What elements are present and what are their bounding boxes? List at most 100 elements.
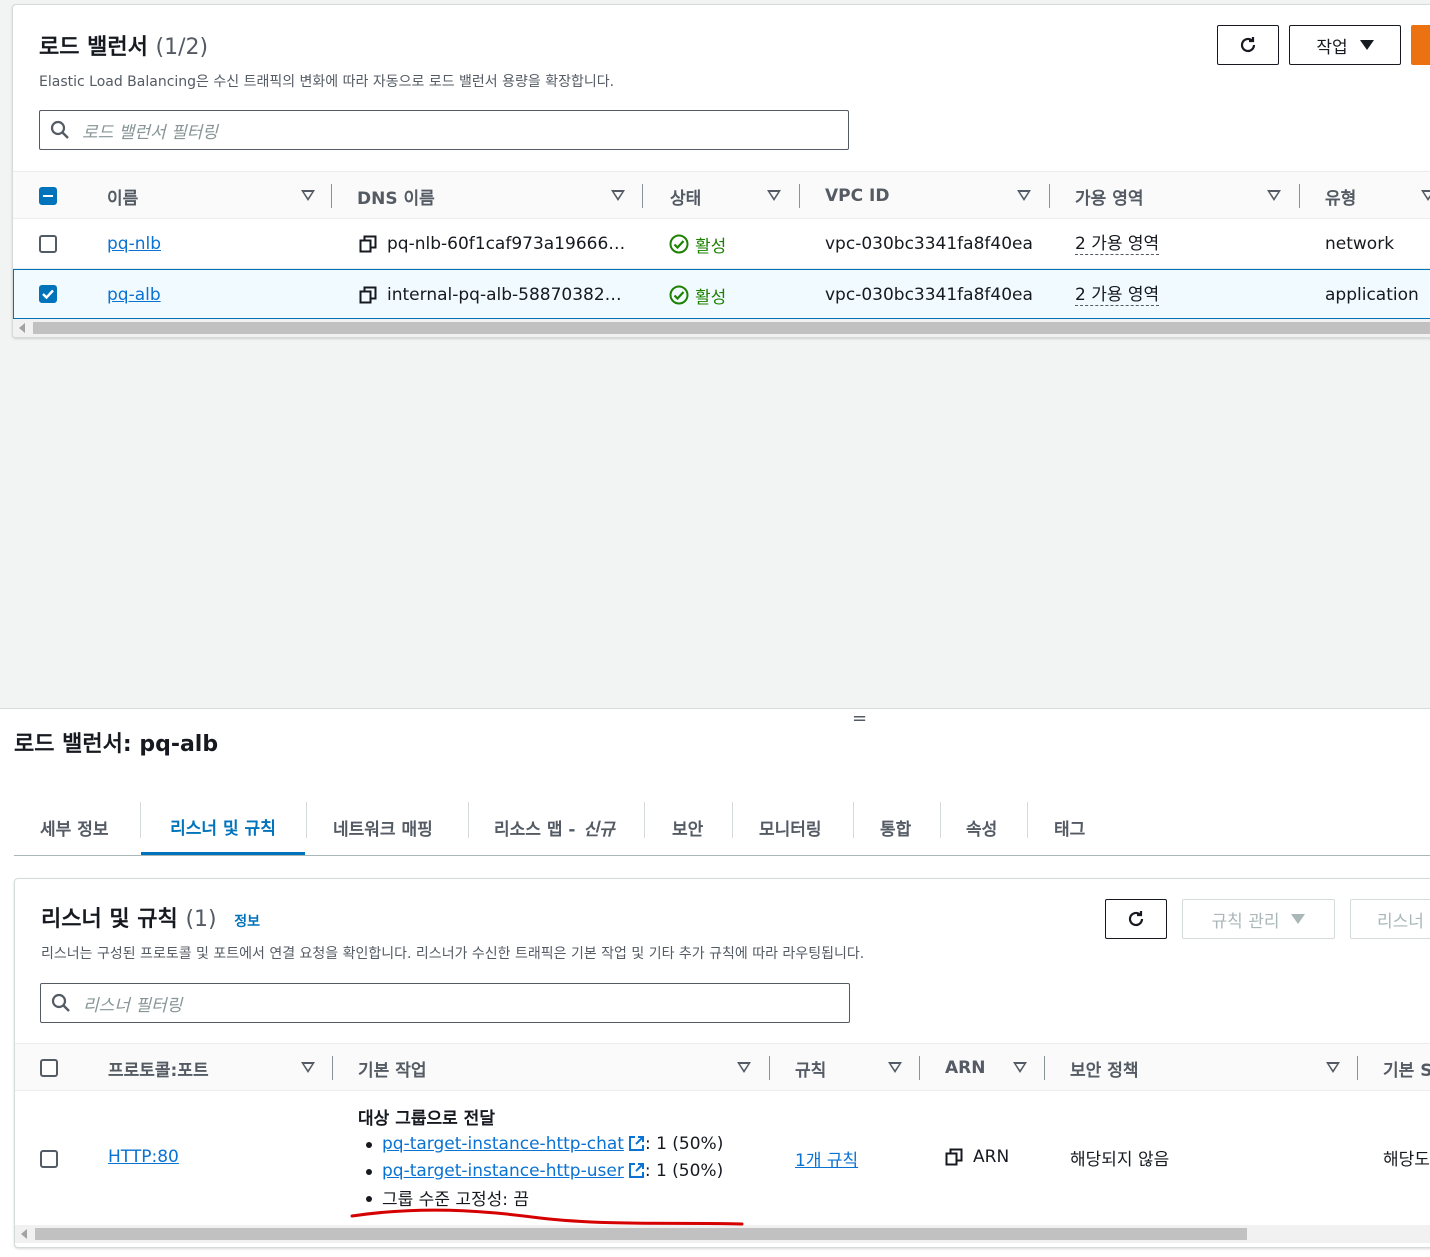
- scroll-left-arrow[interactable]: [19, 323, 25, 333]
- sort-icon[interactable]: [888, 1062, 902, 1073]
- scroll-left-arrow[interactable]: [21, 1229, 27, 1239]
- arn-copy[interactable]: ARN: [945, 1147, 1009, 1167]
- table-row-selected[interactable]: pq-alb internal-pq-alb-58870382… 활성 vpc-…: [13, 269, 1430, 319]
- scrollbar-thumb[interactable]: [33, 322, 1430, 334]
- actions-label: 작업: [1316, 37, 1348, 58]
- sort-icon[interactable]: [611, 190, 625, 201]
- dns-name: internal-pq-alb-58870382…: [387, 285, 622, 305]
- table-row[interactable]: pq-nlb pq-nlb-60f1caf973a19666… 활성 vpc-0…: [13, 219, 1430, 269]
- tab-integrations[interactable]: 통합: [880, 800, 911, 855]
- scrollbar-thumb[interactable]: [35, 1228, 1247, 1240]
- tab-monitoring[interactable]: 모니터링: [759, 800, 822, 855]
- column-resizer[interactable]: [1044, 1056, 1045, 1080]
- external-link-icon[interactable]: [628, 1162, 645, 1179]
- sort-icon[interactable]: [301, 190, 315, 201]
- refresh-icon: [1128, 911, 1144, 927]
- split-drag-handle[interactable]: =: [852, 710, 867, 728]
- col-protocol-port[interactable]: 프로토콜:포트: [108, 1044, 209, 1092]
- tab-listeners-rules[interactable]: 리스너 및 규칙: [141, 800, 305, 855]
- listener-filter-search[interactable]: 리스너 필터링: [40, 983, 850, 1023]
- status-text: 활성: [695, 287, 727, 308]
- copy-icon[interactable]: [359, 235, 377, 253]
- listeners-count: (1): [185, 907, 217, 932]
- sort-icon[interactable]: [301, 1062, 315, 1073]
- target-group-link[interactable]: pq-target-instance-http-user: [382, 1161, 624, 1181]
- security-policy-value: 해당되지 않음: [1070, 1150, 1170, 1170]
- tab-details[interactable]: 세부 정보: [40, 800, 108, 855]
- col-default-action[interactable]: 기본 작업: [358, 1044, 426, 1092]
- list-item: pq-target-instance-http-user : 1 (50%): [358, 1157, 723, 1184]
- col-availability-zones[interactable]: 가용 영역: [1075, 172, 1143, 220]
- col-security-policy[interactable]: 보안 정책: [1070, 1044, 1138, 1092]
- column-resizer[interactable]: [642, 184, 643, 208]
- target-weight: : 1 (50%): [644, 1133, 724, 1154]
- lb-filter-search[interactable]: 로드 밸런서 필터링: [39, 110, 849, 150]
- tab-separator: [306, 802, 307, 838]
- column-resizer[interactable]: [331, 184, 332, 208]
- tab-resource-map[interactable]: 리소스 맵 - 신규: [494, 800, 615, 855]
- default-action-title: 대상 그룹으로 전달: [358, 1109, 495, 1129]
- sort-icon[interactable]: [737, 1062, 751, 1073]
- tab-network-mapping[interactable]: 네트워크 매핑: [333, 800, 433, 855]
- load-balancers-panel: 로드 밸런서 (1/2) Elastic Load Balancing은 수신 …: [12, 4, 1430, 338]
- column-resizer[interactable]: [1357, 1056, 1358, 1080]
- col-default-ssl[interactable]: 기본 S: [1383, 1044, 1430, 1092]
- actions-dropdown-button[interactable]: 작업: [1289, 25, 1401, 65]
- col-dns-name[interactable]: DNS 이름: [357, 172, 435, 220]
- detail-tabs: 세부 정보 리스너 및 규칙 네트워크 매핑 리소스 맵 - 신규 보안 모니터…: [14, 800, 1430, 856]
- external-link-icon[interactable]: [628, 1135, 645, 1152]
- lb-name-link[interactable]: pq-alb: [107, 285, 161, 305]
- col-arn[interactable]: ARN: [945, 1044, 985, 1092]
- copy-icon[interactable]: [359, 286, 377, 304]
- vpc-id: vpc-030bc3341fa8f40ea: [825, 285, 1033, 305]
- select-all-checkbox[interactable]: [40, 1059, 58, 1077]
- column-resizer[interactable]: [769, 1056, 770, 1080]
- rules-link[interactable]: 1개 규칙: [795, 1146, 858, 1171]
- column-resizer[interactable]: [1299, 184, 1300, 208]
- manage-rules-button[interactable]: 규칙 관리: [1182, 899, 1335, 939]
- status-text: 활성: [695, 236, 727, 257]
- availability-zones-popover[interactable]: 2 가용 영역: [1075, 234, 1160, 255]
- column-resizer[interactable]: [919, 1056, 920, 1080]
- horizontal-scrollbar[interactable]: [13, 319, 1430, 337]
- tab-attributes[interactable]: 속성: [966, 800, 997, 855]
- tab-security[interactable]: 보안: [672, 800, 703, 855]
- column-resizer[interactable]: [1049, 184, 1050, 208]
- sort-icon[interactable]: [767, 190, 781, 201]
- sort-icon[interactable]: [1326, 1062, 1340, 1073]
- listeners-table-header: 프로토콜:포트 기본 작업 규칙 ARN 보안 정책 기본 S: [15, 1043, 1430, 1091]
- select-all-checkbox[interactable]: [39, 187, 57, 205]
- copy-icon[interactable]: [945, 1148, 963, 1166]
- tab-separator: [940, 802, 941, 838]
- col-type[interactable]: 유형: [1325, 172, 1356, 220]
- column-resizer[interactable]: [332, 1056, 333, 1080]
- lb-name-link[interactable]: pq-nlb: [107, 234, 161, 254]
- col-rules[interactable]: 규칙: [795, 1044, 826, 1092]
- status-success-icon: [669, 234, 689, 254]
- row-checkbox[interactable]: [39, 235, 57, 253]
- availability-zones-popover[interactable]: 2 가용 영역: [1075, 285, 1160, 306]
- listener-actions-button[interactable]: 리스너: [1350, 899, 1430, 939]
- column-resizer[interactable]: [799, 184, 800, 208]
- row-checkbox[interactable]: [40, 1150, 58, 1168]
- tab-tags[interactable]: 태그: [1054, 800, 1085, 855]
- listeners-panel: 리스너 및 규칙 (1) 정보 리스너는 구성된 프로토콜 및 포트에서 연결 …: [14, 878, 1430, 1248]
- refresh-button[interactable]: [1217, 25, 1279, 65]
- col-status[interactable]: 상태: [670, 172, 701, 220]
- target-weight: : 1 (50%): [644, 1160, 724, 1181]
- listener-protocol-link[interactable]: HTTP:80: [108, 1147, 179, 1167]
- sort-icon[interactable]: [1013, 1062, 1027, 1073]
- sort-icon[interactable]: [1017, 190, 1031, 201]
- sort-icon[interactable]: [1421, 190, 1430, 201]
- list-item: 그룹 수준 고정성: 끔: [358, 1184, 723, 1211]
- row-checkbox[interactable]: [39, 285, 57, 303]
- tab-separator: [853, 802, 854, 838]
- refresh-button[interactable]: [1105, 899, 1167, 939]
- info-link[interactable]: 정보: [234, 914, 260, 930]
- target-group-link[interactable]: pq-target-instance-http-chat: [382, 1134, 624, 1154]
- col-name[interactable]: 이름: [107, 172, 138, 220]
- create-load-balancer-button[interactable]: [1411, 25, 1430, 65]
- col-vpc-id[interactable]: VPC ID: [825, 172, 889, 220]
- sort-icon[interactable]: [1267, 190, 1281, 201]
- horizontal-scrollbar[interactable]: [15, 1225, 1430, 1243]
